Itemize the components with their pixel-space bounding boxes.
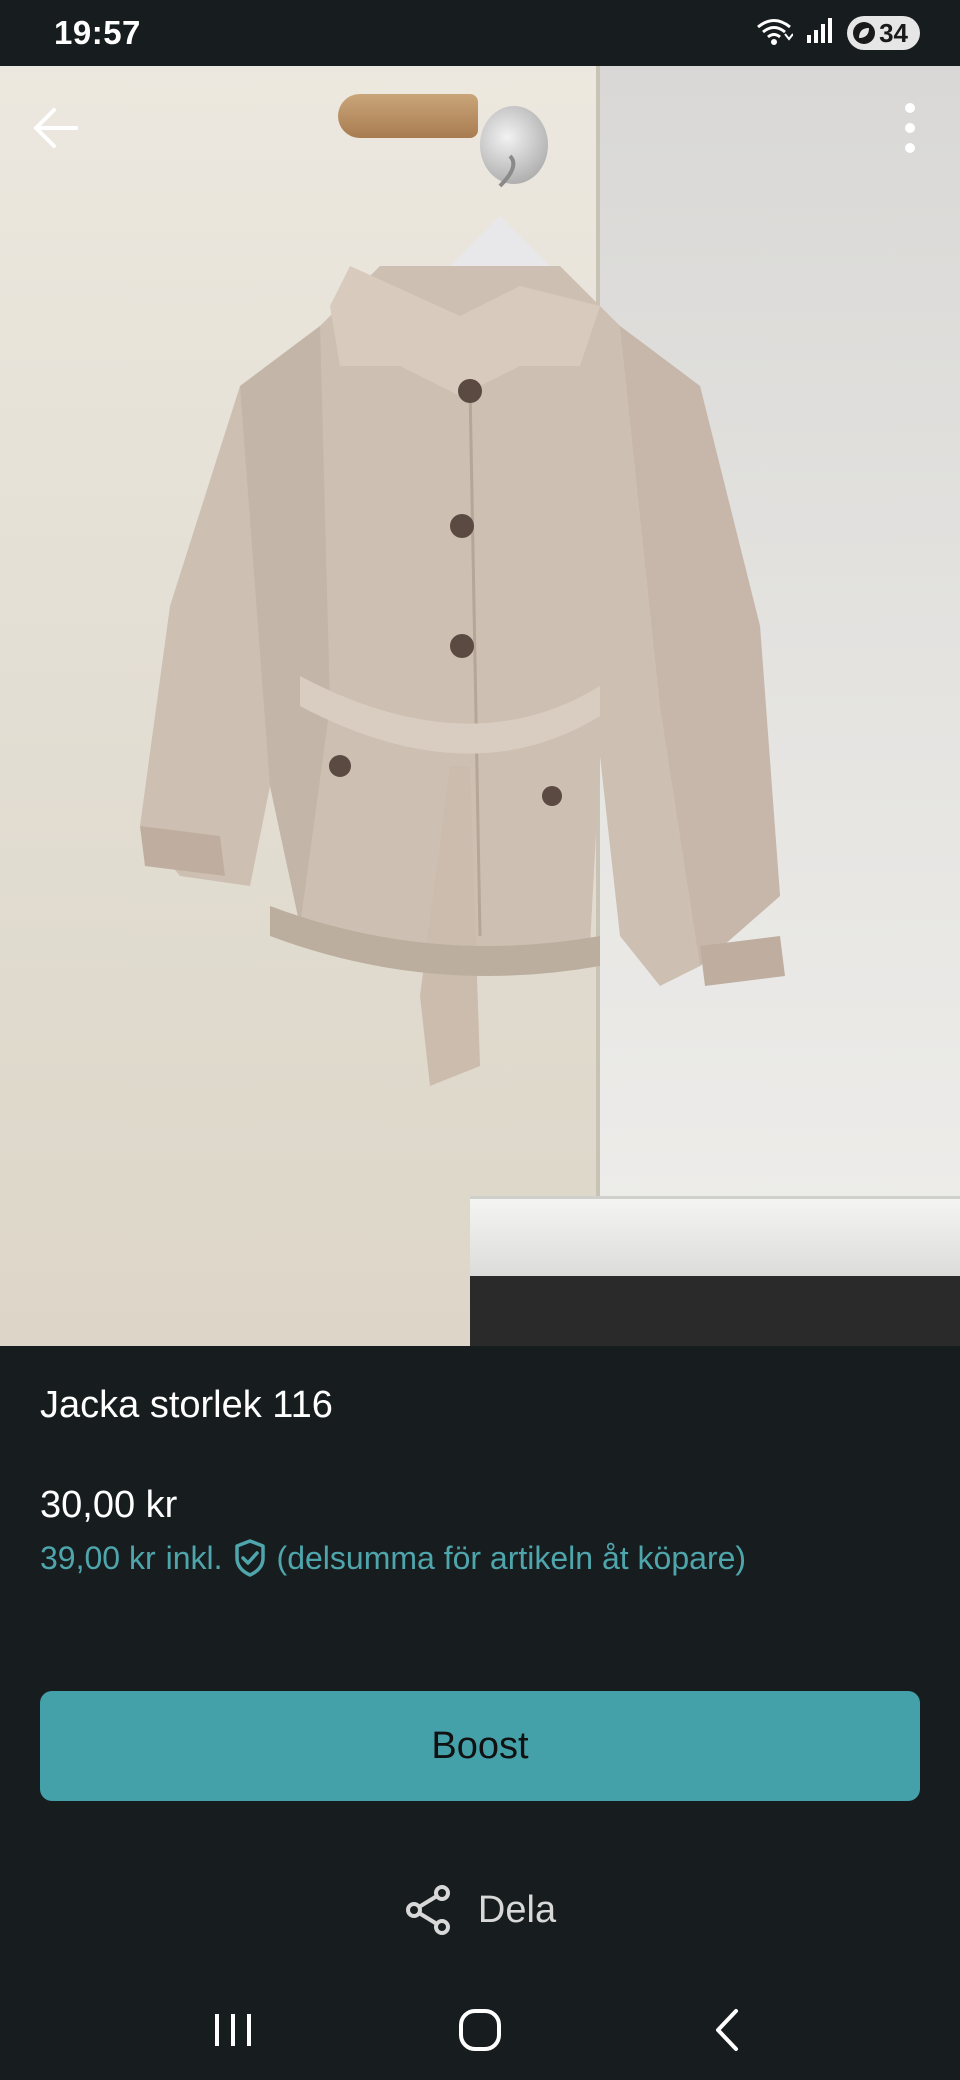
share-label: Dela <box>477 1888 557 1931</box>
share-icon <box>405 1885 450 1935</box>
chevron-left-icon <box>715 2009 738 2051</box>
recent-apps-icon <box>215 2014 252 2046</box>
jacket-illustration <box>140 154 785 1086</box>
system-back-button[interactable] <box>682 1995 772 2065</box>
status-icons: 34 <box>755 16 920 51</box>
android-nav-bar <box>0 1980 960 2080</box>
home-button[interactable] <box>435 1995 525 2065</box>
more-options-button[interactable] <box>878 96 942 160</box>
home-icon <box>458 2009 501 2051</box>
product-photo[interactable] <box>0 66 960 1346</box>
screen: 19:57 34 Jacka storlek 116 30,00 kr 39,0… <box>0 0 960 2080</box>
arrow-left-icon <box>34 108 78 148</box>
status-time: 19:57 <box>54 14 141 51</box>
battery-saver-icon <box>853 22 876 44</box>
back-button[interactable] <box>24 96 88 160</box>
price-incl-label: inkl. <box>165 1539 223 1576</box>
recent-apps-button[interactable] <box>188 1995 278 2065</box>
battery-indicator: 34 <box>847 16 920 50</box>
product-price: 30,00 kr <box>40 1484 178 1526</box>
product-title: Jacka storlek 116 <box>40 1384 333 1426</box>
wifi-icon <box>755 16 794 51</box>
price-incl-amount: 39,00 kr <box>40 1539 156 1576</box>
share-button[interactable]: Dela <box>404 1884 556 1936</box>
price-incl-row[interactable]: 39,00 kr inkl. (delsumma för artikeln åt… <box>40 1538 746 1578</box>
status-bar: 19:57 34 <box>0 0 960 66</box>
more-vertical-icon <box>905 103 915 153</box>
price-incl-note: (delsumma för artikeln åt köpare) <box>276 1539 747 1576</box>
battery-level: 34 <box>879 17 908 48</box>
signal-icon <box>805 17 835 50</box>
shield-check-icon <box>233 1538 267 1578</box>
share-row: Dela <box>0 1884 960 1936</box>
boost-button[interactable]: Boost <box>40 1691 920 1801</box>
